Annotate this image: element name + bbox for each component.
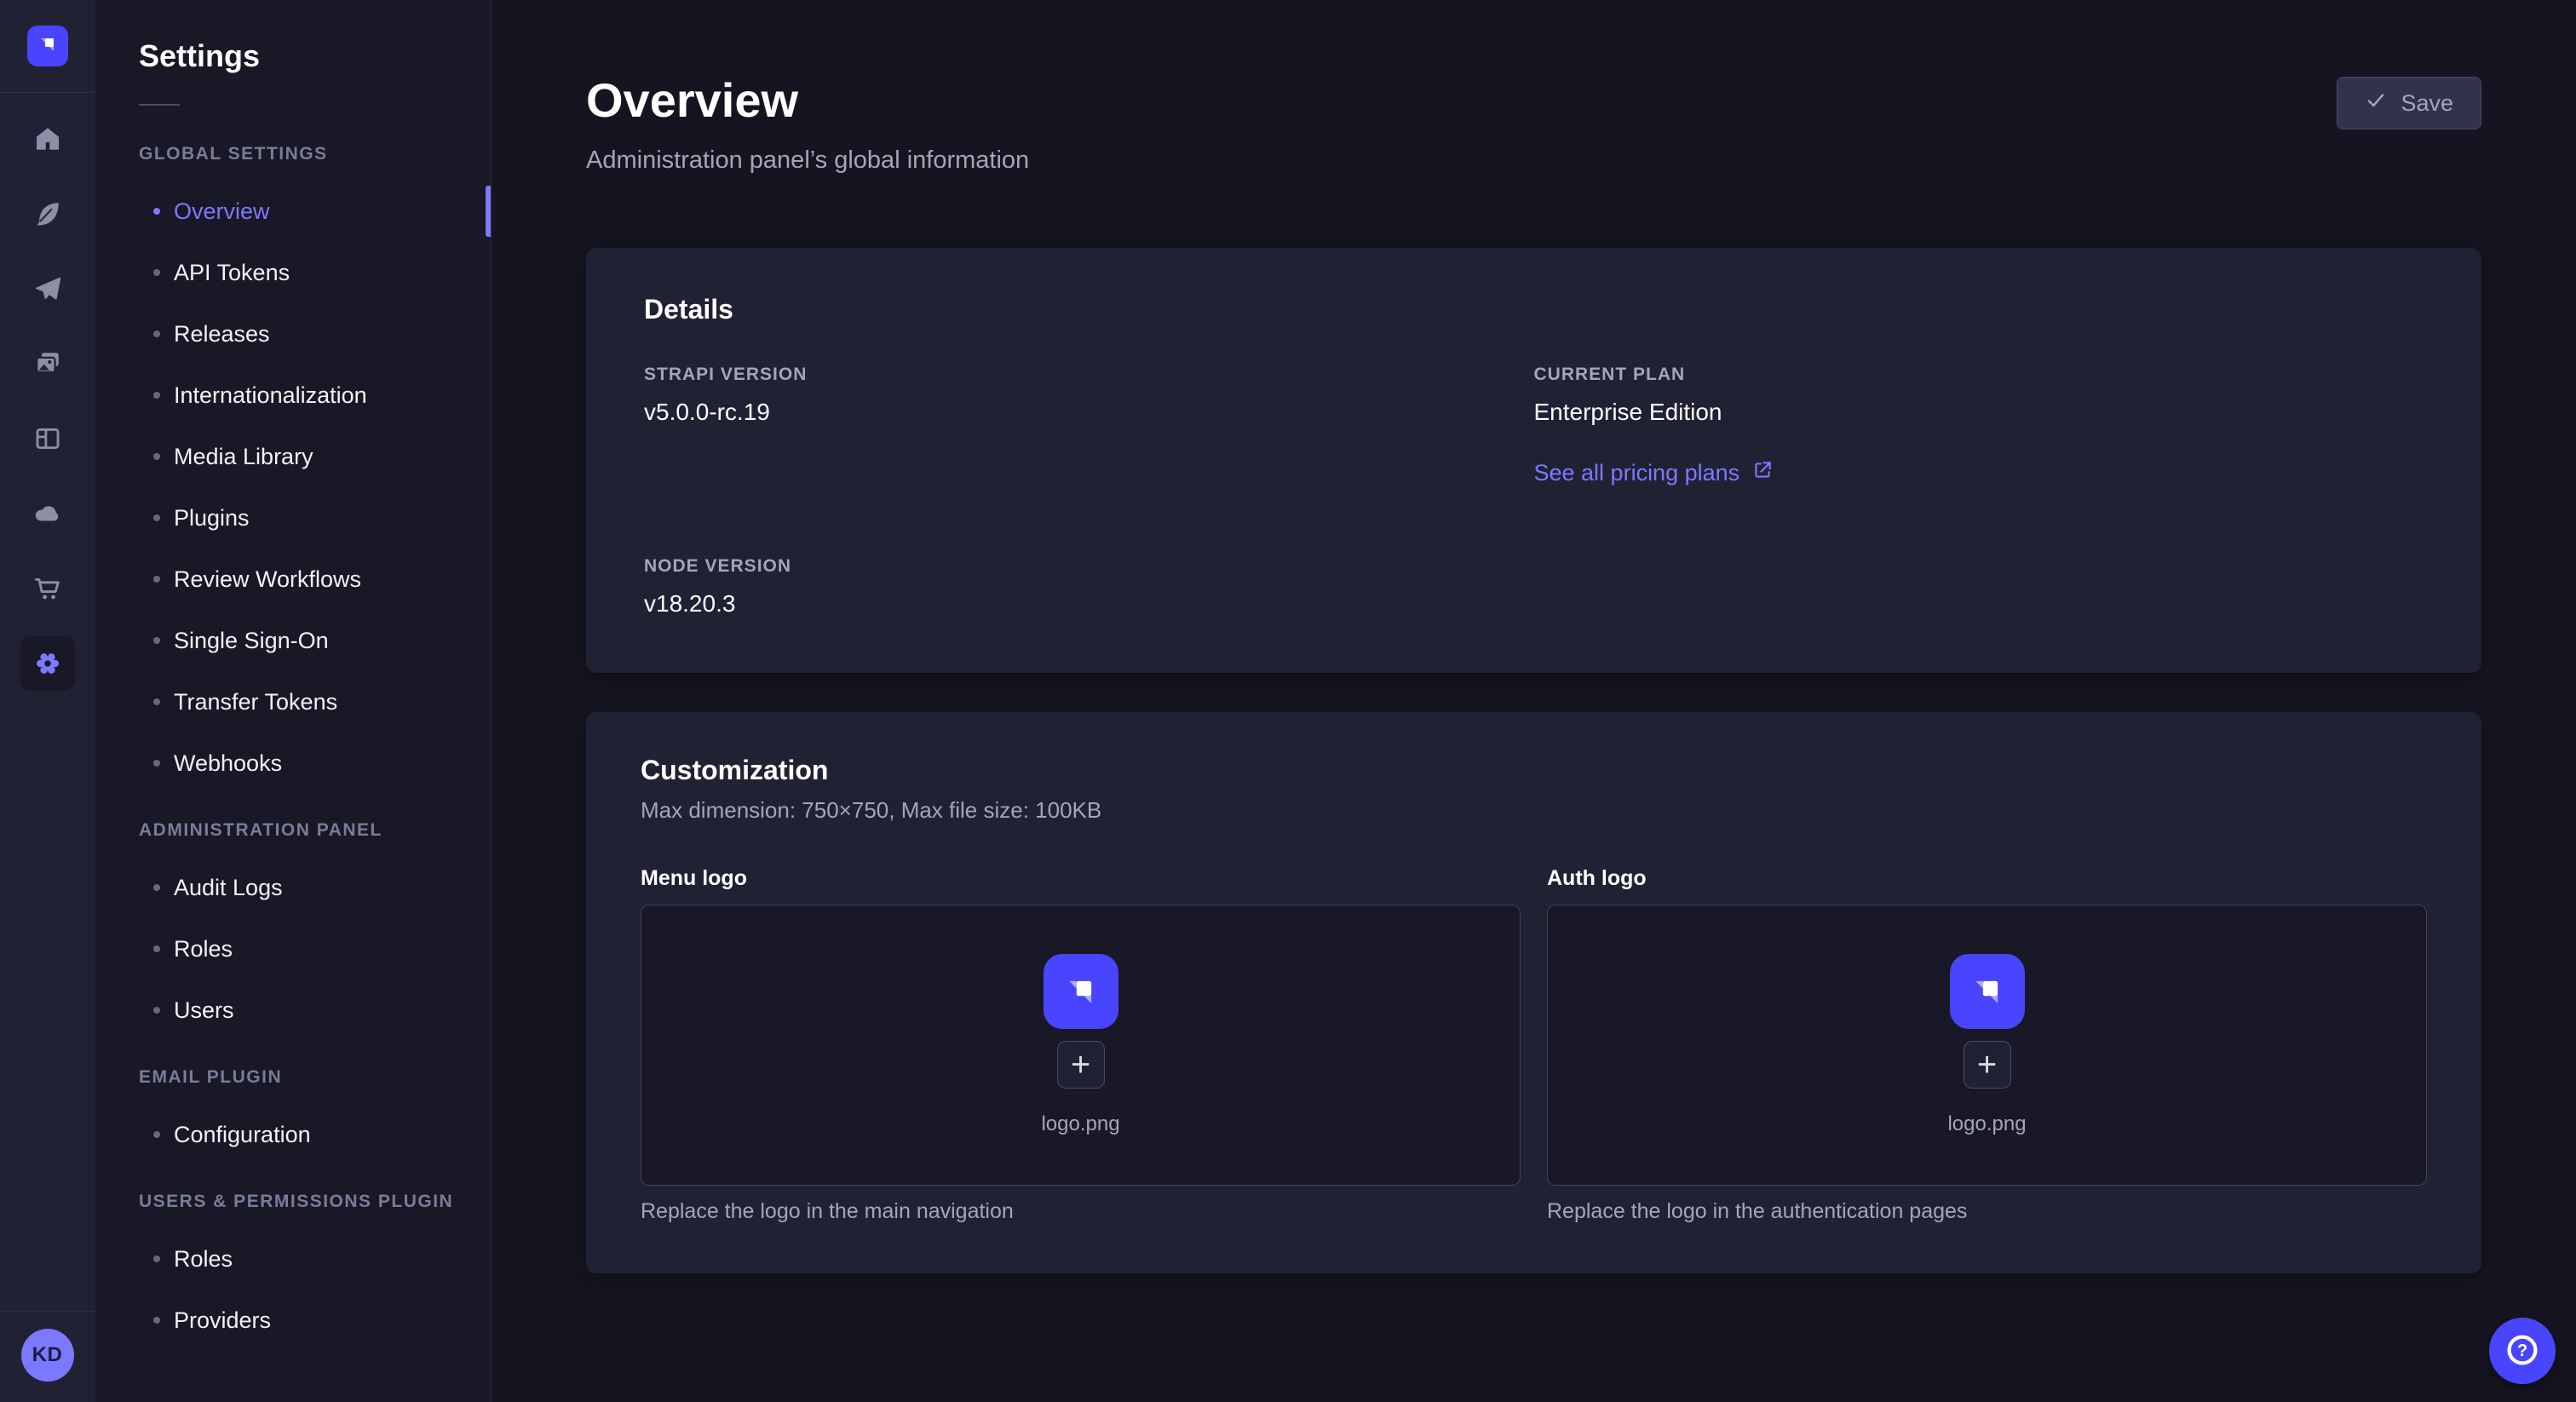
sidebar-item-up-providers[interactable]: Providers: [96, 1290, 491, 1351]
section-label-global-settings: GLOBAL SETTINGS: [139, 143, 491, 165]
sidebar-item-transfer-tokens[interactable]: Transfer Tokens: [96, 671, 491, 733]
menu-logo-filename: logo.png: [1041, 1112, 1119, 1136]
sidebar-item-up-roles[interactable]: Roles: [96, 1228, 491, 1290]
node-version-label: NODE VERSION: [644, 555, 1534, 577]
customization-card-title: Customization: [641, 753, 2427, 787]
subnav-title: Settings: [139, 37, 491, 75]
strapi-version-field: STRAPI VERSION v5.0.0-rc.19: [644, 364, 1534, 487]
bullet-icon: [153, 576, 160, 583]
auth-logo-preview: [1950, 954, 2025, 1029]
section-label-email-plugin: EMAIL PLUGIN: [139, 1066, 491, 1089]
question-mark-icon: ?: [2504, 1331, 2541, 1371]
plus-icon: +: [1071, 1048, 1090, 1082]
bullet-icon: [153, 514, 160, 521]
pricing-plans-link[interactable]: See all pricing plans: [1534, 459, 1774, 487]
menu-logo-caption: Replace the logo in the main navigation: [641, 1199, 1521, 1224]
current-plan-label: CURRENT PLAN: [1534, 364, 2424, 386]
save-button[interactable]: Save: [2337, 77, 2481, 129]
bullet-icon: [153, 884, 160, 891]
rail-bottom-divider: [0, 1311, 95, 1312]
sidebar-item-review-workflows[interactable]: Review Workflows: [96, 549, 491, 610]
sidebar-item-overview[interactable]: Overview: [96, 181, 491, 242]
section-label-administration-panel: ADMINISTRATION PANEL: [139, 819, 491, 842]
auth-logo-field: Auth logo + logo.png: [1547, 866, 2427, 1224]
bullet-icon: [153, 1131, 160, 1138]
svg-text:?: ?: [2517, 1341, 2527, 1359]
bullet-icon: [153, 1317, 160, 1324]
subnav-title-divider: [139, 104, 180, 106]
menu-logo-add-button[interactable]: +: [1057, 1041, 1105, 1089]
menu-logo-label: Menu logo: [641, 866, 1521, 891]
bullet-icon: [153, 208, 160, 215]
menu-logo-dropzone[interactable]: + logo.png: [641, 905, 1521, 1186]
check-icon: [2365, 89, 2387, 118]
bullet-icon: [153, 945, 160, 952]
auth-logo-label: Auth logo: [1547, 866, 2427, 891]
main-rail: KD: [0, 0, 95, 1402]
home-icon[interactable]: [20, 112, 75, 166]
cart-icon[interactable]: [20, 561, 75, 616]
send-icon[interactable]: [20, 261, 75, 316]
media-library-icon[interactable]: [20, 336, 75, 391]
bullet-icon: [153, 330, 160, 337]
auth-logo-caption: Replace the logo in the authentication p…: [1547, 1199, 2427, 1224]
strapi-logo-button[interactable]: [27, 26, 68, 66]
feather-icon[interactable]: [20, 187, 75, 241]
help-button[interactable]: ?: [2489, 1318, 2556, 1384]
customization-constraints: Max dimension: 750×750, Max file size: 1…: [641, 797, 2427, 824]
bullet-icon: [153, 760, 160, 767]
bullet-icon: [153, 637, 160, 644]
current-plan-field: CURRENT PLAN Enterprise Edition See all …: [1534, 364, 2424, 487]
active-indicator: [486, 186, 491, 237]
sidebar-item-releases[interactable]: Releases: [96, 303, 491, 365]
sidebar-item-admin-users[interactable]: Users: [96, 980, 491, 1041]
rail-divider: [0, 92, 95, 93]
sidebar-item-audit-logs[interactable]: Audit Logs: [96, 857, 491, 918]
strapi-version-label: STRAPI VERSION: [644, 364, 1534, 386]
strapi-logo-icon: [35, 32, 60, 61]
menu-logo-field: Menu logo + logo.png: [641, 866, 1521, 1224]
layout-icon[interactable]: [20, 411, 75, 466]
node-version-field: NODE VERSION v18.20.3: [644, 555, 1534, 618]
auth-logo-filename: logo.png: [1947, 1112, 2026, 1136]
auth-logo-add-button[interactable]: +: [1964, 1041, 2011, 1089]
page-subtitle: Administration panel’s global informatio…: [586, 147, 1029, 175]
bullet-icon: [153, 453, 160, 460]
customization-card: Customization Max dimension: 750×750, Ma…: [586, 712, 2481, 1273]
details-card: Details STRAPI VERSION v5.0.0-rc.19 CURR…: [586, 248, 2481, 673]
sidebar-item-admin-roles[interactable]: Roles: [96, 918, 491, 980]
cloud-icon[interactable]: [20, 486, 75, 541]
sidebar-item-api-tokens[interactable]: API Tokens: [96, 242, 491, 303]
bullet-icon: [153, 698, 160, 705]
current-plan-value: Enterprise Edition: [1534, 398, 2424, 427]
external-link-icon: [1751, 459, 1774, 487]
bullet-icon: [153, 1255, 160, 1262]
node-version-value: v18.20.3: [644, 589, 1534, 618]
strapi-version-value: v5.0.0-rc.19: [644, 398, 1534, 427]
section-label-users-permissions-plugin: USERS & PERMISSIONS PLUGIN: [139, 1191, 491, 1213]
bullet-icon: [153, 269, 160, 276]
sidebar-item-plugins[interactable]: Plugins: [96, 487, 491, 549]
sidebar-item-webhooks[interactable]: Webhooks: [96, 733, 491, 794]
sidebar-item-email-configuration[interactable]: Configuration: [96, 1104, 491, 1165]
plus-icon: +: [1977, 1048, 1997, 1082]
sidebar-item-single-sign-on[interactable]: Single Sign-On: [96, 610, 491, 671]
bullet-icon: [153, 392, 160, 399]
details-card-title: Details: [644, 292, 2424, 326]
auth-logo-dropzone[interactable]: + logo.png: [1547, 905, 2427, 1186]
settings-icon[interactable]: [20, 636, 75, 691]
main-content: Overview Administration panel’s global i…: [492, 0, 2576, 1402]
bullet-icon: [153, 1007, 160, 1014]
page-title: Overview: [586, 75, 1029, 126]
user-avatar[interactable]: KD: [21, 1329, 74, 1382]
sidebar-item-internationalization[interactable]: Internationalization: [96, 365, 491, 426]
settings-subnav: Settings GLOBAL SETTINGS Overview API To…: [96, 0, 492, 1402]
sidebar-item-media-library[interactable]: Media Library: [96, 426, 491, 487]
menu-logo-preview: [1044, 954, 1118, 1029]
